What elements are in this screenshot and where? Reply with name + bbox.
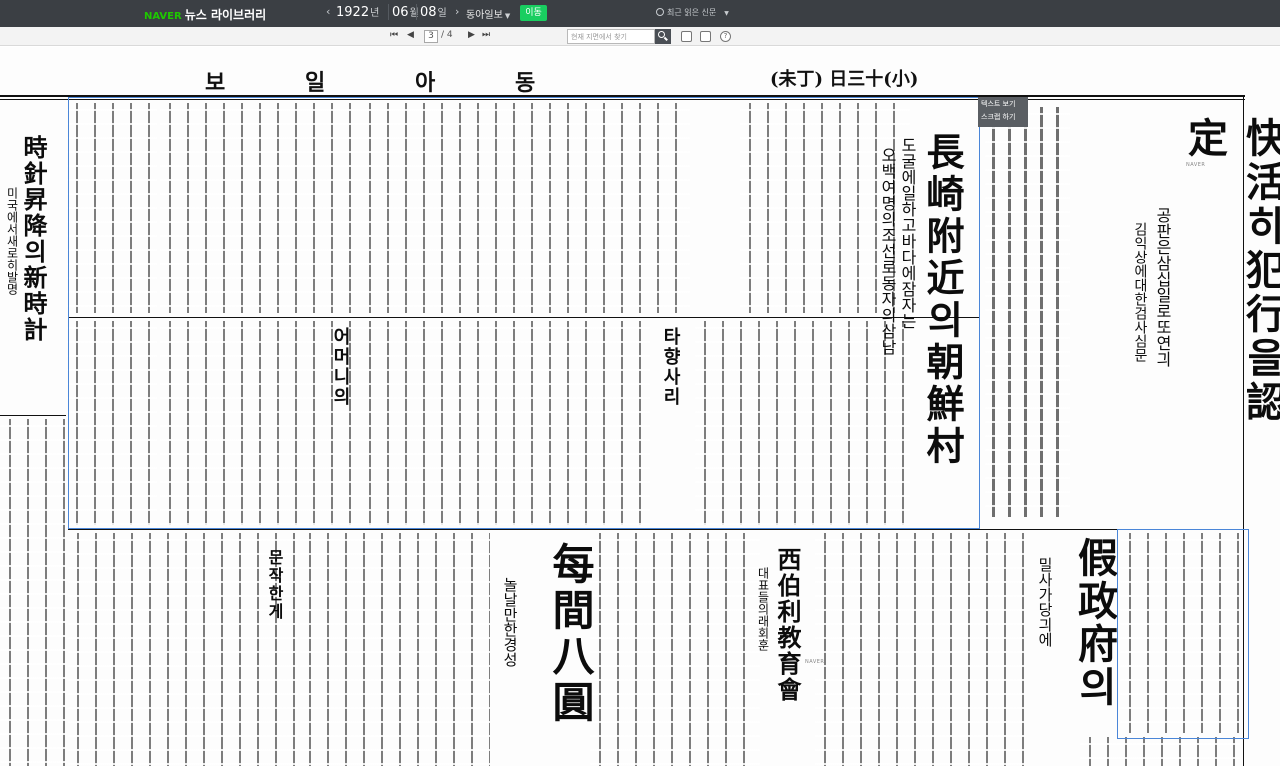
chevron-down-icon: ▼	[504, 12, 511, 20]
masthead-char: 보	[205, 70, 226, 96]
article-highlight-box[interactable]	[1117, 529, 1249, 739]
naver-logo: NAVER	[144, 11, 182, 22]
headline-clock: 時針昇降의新時計	[19, 135, 48, 343]
article-text-block	[590, 533, 760, 766]
first-page-icon[interactable]: ⏮	[390, 30, 398, 40]
masthead-date: (未丁) 日三十(小)	[770, 69, 919, 90]
article-text-block	[300, 533, 490, 766]
divider	[68, 529, 1243, 530]
headline-fake: 문작한게	[265, 549, 284, 621]
day-value: 08	[420, 5, 437, 20]
text-grain	[985, 107, 1070, 517]
clock-icon	[656, 8, 664, 16]
view-text-button[interactable]: 텍스트 보기	[981, 98, 1025, 111]
subheadline-kwaehwal-2: 김익상에대한검사심문	[1132, 222, 1148, 362]
month-select[interactable]: 06월	[392, 4, 419, 20]
prev-date-arrow-icon[interactable]: ‹	[326, 5, 330, 18]
go-button[interactable]: 이동	[520, 5, 547, 21]
search-button[interactable]	[655, 29, 671, 44]
subheadline-clock: 미국에서새로히발명	[5, 187, 19, 295]
subheadline-kwaehwal: 공판은삼십일로또연긔	[1153, 207, 1172, 367]
year-value: 1922	[336, 5, 370, 20]
headline-siberia: 西伯利教育會	[773, 547, 802, 703]
divider	[0, 415, 66, 416]
text-grain	[590, 533, 760, 766]
masthead-char: 동	[515, 70, 536, 96]
article-highlight-box[interactable]	[68, 97, 980, 529]
print-icon[interactable]	[700, 31, 711, 42]
article-text-block	[815, 533, 1025, 766]
month-value: 06	[392, 5, 409, 20]
watermark: NAVER	[1186, 162, 1206, 168]
year-select[interactable]: 1922년	[336, 4, 379, 20]
top-navigation-bar: NAVER 뉴스 라이브러리 ‹ 1922년 06월 08일 › 동아일보 ▼ 이동…	[0, 0, 1280, 27]
next-page-icon[interactable]: ▶	[468, 30, 475, 40]
article-text-block	[0, 419, 66, 766]
prev-page-icon[interactable]: ◀	[407, 30, 414, 40]
search-icon-handle	[664, 36, 668, 41]
viewer-toolbar: ⏮ ◀ 3 / 4 ▶ ⏭ 현재 지면에서 찾기 ?	[0, 27, 1280, 46]
newspaper-select-value: 동아일보	[466, 10, 503, 21]
masthead-char: 아	[415, 70, 436, 96]
text-grain	[815, 533, 1025, 766]
page-number-input[interactable]: 3	[424, 30, 438, 43]
article-context-popup: 텍스트 보기 스크랩 하기	[978, 97, 1028, 127]
layout-toggle-icon[interactable]	[681, 31, 692, 42]
subheadline-siberia: 대표들의래회훈	[756, 567, 770, 651]
help-icon[interactable]: ?	[720, 31, 731, 42]
page-search-input[interactable]: 현재 지면에서 찾기	[567, 29, 655, 44]
text-grain	[300, 533, 490, 766]
last-page-icon[interactable]: ⏭	[482, 30, 490, 40]
day-unit: 일	[437, 8, 447, 19]
chevron-down-icon: ▼	[724, 10, 729, 17]
newspaper-select[interactable]: 동아일보 ▼	[466, 6, 510, 21]
subheadline-provisional-gov: 밀사가당긔에	[1036, 557, 1054, 647]
year-unit: 년	[370, 8, 380, 19]
divider	[416, 4, 417, 20]
headline-provisional-gov: 假政府의	[1071, 537, 1118, 709]
text-grain	[0, 419, 66, 766]
divider	[388, 4, 389, 20]
article-text-block	[985, 107, 1070, 517]
subheadline-eight-yen: 놀날만한경성	[501, 577, 519, 667]
month-unit: 월	[409, 8, 419, 19]
recent-papers-label: 최근 읽은 신문	[667, 8, 717, 17]
day-select[interactable]: 08일	[420, 4, 447, 20]
scrap-button[interactable]: 스크랩 하기	[981, 111, 1025, 124]
next-date-arrow-icon[interactable]: ›	[455, 5, 459, 18]
masthead-char: 일	[305, 70, 326, 96]
newspaper-page-image: 보 일 아 동 (未丁) 日三十(小) 快活히犯行을認定 공판은삼십일로또연긔 …	[0, 47, 1280, 766]
total-pages: / 4	[441, 30, 453, 40]
watermark: NAVER	[805, 659, 825, 665]
recent-papers-menu[interactable]: 최근 읽은 신문 ▼	[656, 7, 729, 18]
headline-eight-yen: 每間八圓	[546, 542, 595, 726]
brand-title: 뉴스 라이브러리	[184, 8, 267, 22]
brand-link[interactable]: NAVER 뉴스 라이브러리	[144, 6, 266, 23]
